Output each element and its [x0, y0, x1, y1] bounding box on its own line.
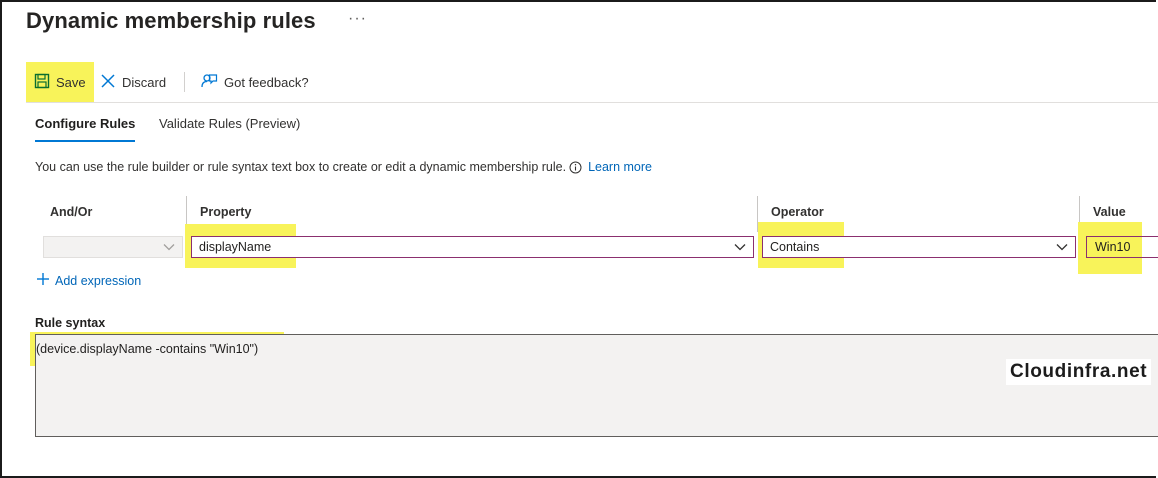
property-value: displayName — [199, 240, 272, 254]
tab-configure-rules[interactable]: Configure Rules — [35, 116, 136, 142]
watermark: Cloudinfra.net — [1006, 359, 1152, 385]
description: You can use the rule builder or rule syn… — [35, 160, 652, 174]
property-dropdown[interactable]: displayName — [191, 236, 754, 258]
description-text: You can use the rule builder or rule syn… — [35, 160, 567, 174]
learn-more-link[interactable]: Learn more — [588, 160, 652, 174]
rule-syntax-label: Rule syntax — [35, 316, 106, 330]
chevron-down-icon — [162, 240, 176, 257]
more-options-button[interactable]: ··· — [348, 10, 367, 28]
chevron-down-icon — [733, 240, 747, 257]
feedback-icon — [200, 72, 218, 93]
and-or-dropdown[interactable] — [43, 236, 183, 258]
rule-syntax-text: (device.displayName -contains "Win10") — [36, 342, 259, 356]
discard-button[interactable]: Discard — [100, 62, 166, 102]
save-icon — [34, 73, 50, 92]
feedback-button[interactable]: Got feedback? — [200, 62, 309, 102]
command-bar: Save Discard Got feedback? — [26, 62, 1158, 103]
add-expression-button[interactable]: Add expression — [36, 272, 141, 289]
toolbar-divider — [184, 72, 185, 92]
plus-icon — [36, 272, 50, 289]
operator-value: Contains — [770, 240, 820, 254]
feedback-label: Got feedback? — [224, 74, 309, 90]
info-icon[interactable] — [569, 161, 582, 174]
discard-label: Discard — [122, 74, 167, 90]
page-title: Dynamic membership rules — [26, 8, 316, 33]
tab-validate-rules[interactable]: Validate Rules (Preview) — [159, 116, 300, 131]
value-input[interactable]: Win10 — [1086, 236, 1158, 258]
save-label: Save — [56, 74, 86, 90]
close-icon — [100, 73, 116, 92]
column-header-and-or: And/Or — [50, 205, 93, 219]
chevron-down-icon — [1055, 240, 1069, 257]
operator-dropdown[interactable]: Contains — [762, 236, 1076, 258]
save-button[interactable]: Save — [26, 62, 94, 102]
add-expression-label: Add expression — [55, 273, 142, 288]
